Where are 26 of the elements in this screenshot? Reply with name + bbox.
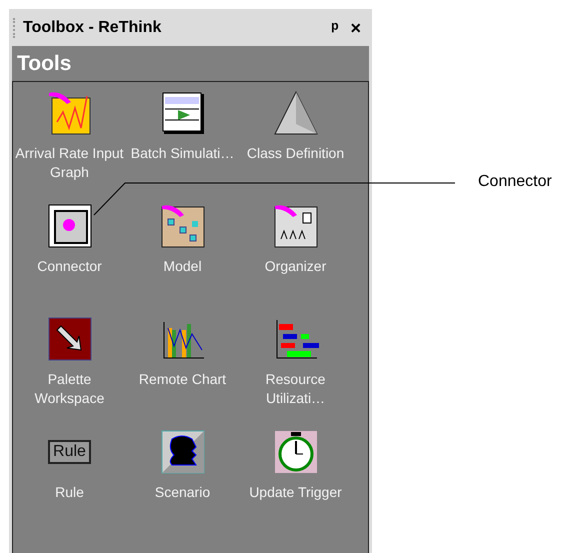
tool-label[interactable]: Rule bbox=[14, 483, 124, 502]
tool-label[interactable]: Batch Simulati… bbox=[128, 144, 238, 163]
silhouette-icon bbox=[160, 429, 206, 475]
graph-icon bbox=[46, 90, 92, 136]
pin-button[interactable]: ᵖ bbox=[328, 18, 342, 36]
tool-label[interactable]: Resource Utilizati… bbox=[240, 370, 350, 408]
section-title: Tools bbox=[16, 51, 72, 77]
tool-label[interactable]: Organizer bbox=[240, 257, 350, 276]
tool-label[interactable]: Arrival Rate Input Graph bbox=[14, 144, 124, 182]
window-title: Toolbox - ReThink bbox=[23, 18, 162, 36]
tool-label[interactable]: Remote Chart bbox=[128, 370, 238, 389]
script-icon bbox=[160, 90, 206, 136]
model-icon bbox=[160, 203, 206, 249]
tool-label[interactable]: Update Trigger bbox=[240, 483, 350, 502]
tool-label[interactable]: Connector bbox=[14, 257, 124, 276]
triangle-icon bbox=[272, 90, 318, 136]
connector-icon bbox=[46, 203, 92, 249]
tool-label[interactable]: Class Definition bbox=[240, 144, 350, 163]
organizer-icon bbox=[272, 203, 318, 249]
stopwatch-icon bbox=[272, 429, 318, 475]
tool-label[interactable]: Scenario bbox=[128, 483, 238, 502]
tool-label[interactable]: Model bbox=[128, 257, 238, 276]
callout-label: Connector bbox=[478, 173, 552, 191]
close-button[interactable]: × bbox=[347, 18, 364, 36]
grip-icon[interactable] bbox=[13, 18, 17, 38]
tool-label[interactable]: Palette Workspace bbox=[14, 370, 124, 408]
